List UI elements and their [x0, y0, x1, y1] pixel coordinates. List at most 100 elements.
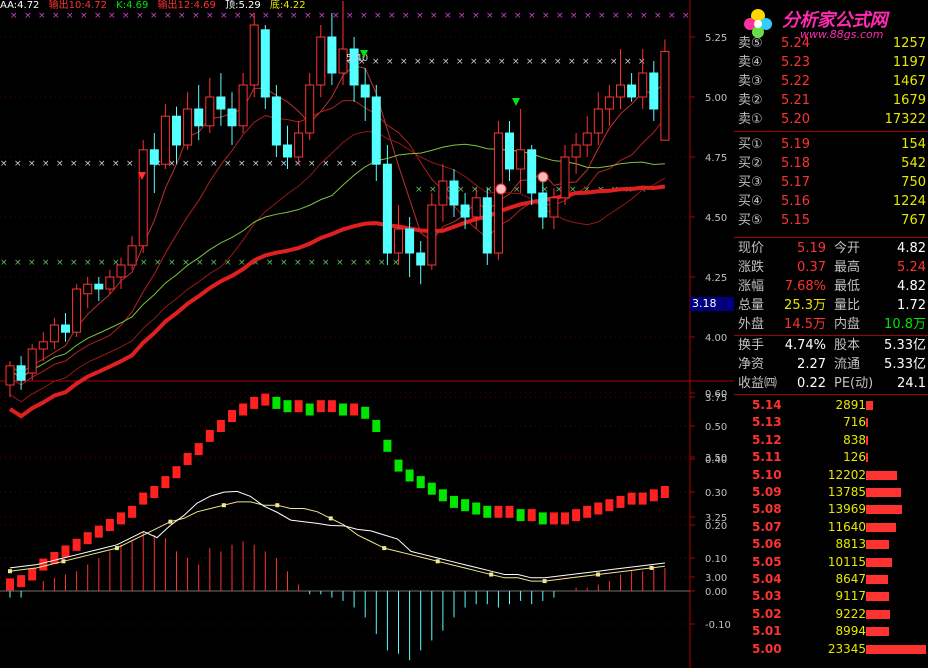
support-marker: × [252, 159, 260, 169]
quote-panel: 分析家公式网 www.88gs.com 卖⑤ 5.24 1257 卖④ 5.23 1197… [734, 0, 928, 668]
macd-tick-label: 0.30 [705, 488, 727, 499]
macd-block [372, 420, 381, 432]
support-marker: × [42, 159, 50, 169]
buy-level-row[interactable]: 买② 5.18 542 [734, 154, 928, 173]
depth-row[interactable]: 5.14 2891 [734, 397, 928, 414]
depth-row[interactable]: 5.04 8647 [734, 571, 928, 588]
buy-level-row[interactable]: 买③ 5.17 750 [734, 173, 928, 192]
candle-body [660, 50, 670, 141]
quote-label: 量比 [834, 298, 861, 313]
candle-body [460, 204, 470, 218]
low-marker: × [280, 258, 288, 268]
candle-body [305, 84, 315, 134]
support-marker: × [238, 159, 246, 169]
buy-level-price: 5.19 [781, 137, 810, 152]
candle-body [205, 96, 215, 127]
support-marker: × [196, 159, 204, 169]
support-marker: × [336, 159, 344, 169]
resistance-marker: × [484, 57, 492, 67]
depth-row[interactable]: 5.05 10115 [734, 554, 928, 571]
candle-body [582, 132, 592, 146]
depth-row[interactable]: 5.09 13785 [734, 484, 928, 501]
signal-dot [8, 569, 12, 574]
signal-dot [596, 572, 601, 577]
sell-level-row[interactable]: 卖② 5.21 1679 [734, 91, 928, 110]
resistance-marker: × [470, 57, 478, 67]
top-marker: × [626, 11, 634, 21]
resistance-marker: × [638, 57, 646, 67]
depth-row[interactable]: 5.03 9117 [734, 588, 928, 605]
resistance-marker: × [372, 57, 380, 67]
buy-level-row[interactable]: 买⑤ 5.15 767 [734, 211, 928, 230]
depth-row[interactable]: 5.12 838 [734, 432, 928, 449]
support-marker: × [280, 159, 288, 169]
candle-body [183, 108, 193, 146]
quote-row: 涨幅 7.68% 最低 4.82 [734, 277, 928, 296]
buy-level-price: 5.15 [781, 213, 810, 228]
depth-row[interactable]: 5.10 12202 [734, 467, 928, 484]
macd-tick-label: 0.20 [705, 521, 727, 532]
price-tick-label: 5.25 [705, 33, 727, 44]
quote-label: 外盘 [738, 317, 765, 332]
support-marker: × [14, 159, 22, 169]
resistance-marker: × [386, 57, 394, 67]
low-marker: × [168, 258, 176, 268]
depth-row[interactable]: 5.01 8994 [734, 623, 928, 640]
support-marker: × [98, 159, 106, 169]
quote-row: 涨跌 0.37 最高 5.24 [734, 258, 928, 277]
top-marker: × [304, 11, 312, 21]
quote-value: 0.37 [797, 260, 826, 275]
sell-level-row[interactable]: 卖④ 5.23 1197 [734, 53, 928, 72]
buy-level-volume: 750 [901, 175, 926, 190]
depth-row[interactable]: 5.08 13969 [734, 501, 928, 518]
buy-level-volume: 154 [901, 137, 926, 152]
sell-level-row[interactable]: 卖③ 5.22 1467 [734, 72, 928, 91]
quote-label: 净资 [738, 357, 765, 372]
quote-value: 7.68% [784, 279, 826, 294]
candle-body [227, 108, 237, 127]
buy-level-row[interactable]: 买① 5.19 154 [734, 135, 928, 154]
top-marker: × [108, 11, 116, 21]
low-marker: × [308, 258, 316, 268]
quote-value: 4.82 [897, 241, 926, 256]
macd-tick-label: 0.40 [705, 455, 727, 466]
resistance-marker: × [610, 57, 618, 67]
low-marker: × [350, 258, 358, 268]
low-marker: × [84, 258, 92, 268]
depth-bar [866, 644, 926, 654]
macd-tick-label: 0.10 [705, 554, 727, 565]
macd-block [350, 403, 359, 416]
depth-row[interactable]: 5.07 11640 [734, 519, 928, 536]
macd-block [28, 568, 37, 581]
depth-row[interactable]: 5.13 716 [734, 414, 928, 431]
top-marker: × [514, 11, 522, 21]
depth-bar [866, 575, 889, 584]
top-marker: × [136, 11, 144, 21]
resistance-marker: × [596, 57, 604, 67]
depth-row[interactable]: 5.02 9222 [734, 606, 928, 623]
resistance-marker: × [512, 57, 520, 67]
low-marker: × [322, 258, 330, 268]
buy-level-row[interactable]: 买④ 5.16 1224 [734, 192, 928, 211]
price-tick-label: 5.00 [705, 93, 727, 104]
signal-dot [168, 519, 173, 524]
sell-level-label: 卖④ [738, 55, 763, 70]
depth-row[interactable]: 5.11 126 [734, 449, 928, 466]
depth-row[interactable]: 5.06 8813 [734, 536, 928, 553]
support-marker: × [56, 159, 64, 169]
kline-chart[interactable]: 5.55.255.004.754.504.254.003.753.503.253… [0, 0, 734, 668]
depth-bar [866, 557, 892, 567]
support-marker: × [266, 159, 274, 169]
depth-row[interactable]: 5.00 23345 [734, 641, 928, 658]
macd-block [450, 495, 458, 508]
sell-level-row[interactable]: 卖① 5.20 17322 [734, 110, 928, 129]
macd-block [283, 400, 292, 413]
quote-row: 换手 4.74% 股本 5.33亿 [734, 336, 928, 355]
quote-value: 5.33亿 [884, 357, 926, 372]
sell-level-row[interactable]: 卖⑤ 5.24 1257 [734, 34, 928, 53]
quote-value: 5.19 [797, 241, 826, 256]
signal-dot-icon [495, 183, 507, 195]
top-marker: × [220, 11, 228, 21]
macd-block [383, 439, 392, 452]
candle-body [538, 192, 548, 218]
